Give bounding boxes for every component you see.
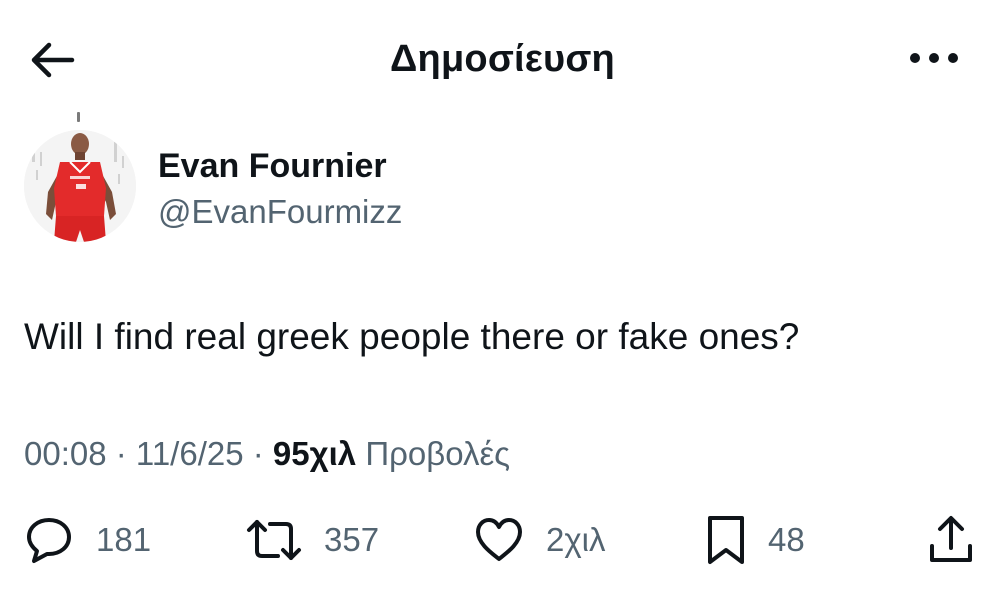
action-bar: 181 357 2χιλ 48 (0, 510, 1005, 570)
page-title: Δημοσίευση (0, 34, 1005, 84)
meta-separator: · (107, 435, 136, 472)
more-icon (905, 38, 963, 78)
repost-button[interactable]: 357 (246, 510, 379, 570)
views-label: Προβολές (365, 435, 510, 472)
like-icon (474, 517, 524, 563)
reply-count: 181 (96, 510, 151, 570)
like-count: 2χιλ (546, 510, 606, 570)
tweet-meta: 00:08 · 11/6/25 · 95χιλ Προβολές (24, 432, 510, 476)
avatar-image (24, 130, 136, 242)
meta-separator: · (244, 435, 273, 472)
like-button[interactable]: 2χιλ (474, 510, 606, 570)
reply-button[interactable]: 181 (24, 510, 151, 570)
author-handle[interactable]: @EvanFourmizz (158, 192, 402, 232)
tweet-text: Will I find real greek people there or f… (24, 314, 799, 360)
reply-icon (24, 515, 74, 565)
tweet-date[interactable]: 11/6/25 (136, 435, 244, 472)
bookmark-icon (706, 514, 746, 566)
bookmark-count: 48 (768, 510, 805, 570)
thread-line (77, 112, 80, 122)
top-bar: Δημοσίευση (0, 0, 1005, 120)
author-name[interactable]: Evan Fournier (158, 146, 387, 186)
bookmark-button[interactable]: 48 (706, 510, 805, 570)
repost-count: 357 (324, 510, 379, 570)
share-button[interactable] (928, 510, 974, 570)
repost-icon (246, 515, 302, 565)
more-button[interactable] (905, 38, 963, 78)
share-icon (928, 514, 974, 566)
avatar[interactable] (24, 130, 136, 242)
tweet-time[interactable]: 00:08 (24, 435, 107, 472)
views-count[interactable]: 95χιλ (273, 435, 356, 472)
